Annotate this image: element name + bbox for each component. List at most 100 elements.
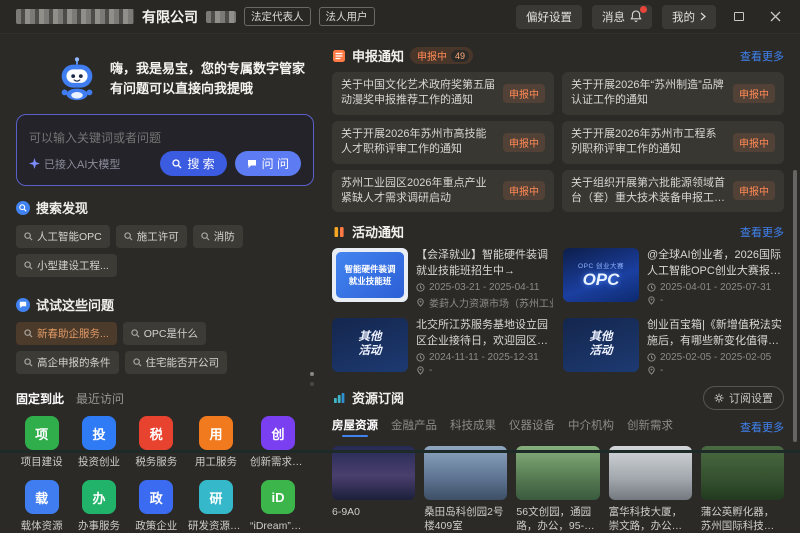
search-button[interactable]: 搜 索 (160, 151, 226, 176)
assistant-greeting: 嗨，我是易宝，您的专属数字管家 有问题可以直接向我提哦 (110, 59, 305, 99)
app-tile[interactable]: 投 投资创业 (73, 416, 124, 469)
apps-tab[interactable]: 固定到此 (16, 390, 64, 407)
my-menu-button[interactable]: 我的 (662, 5, 716, 29)
declare-more-link[interactable]: 查看更多 (740, 48, 784, 64)
app-tile[interactable]: 税 税务服务 (131, 416, 182, 469)
property-photo (424, 446, 507, 500)
close-window-button[interactable] (762, 6, 788, 28)
app-tile[interactable]: 政 政策企业 (131, 480, 182, 533)
activity-date-row: 2025-02-05 - 2025-02-05 (647, 352, 784, 363)
messages-button[interactable]: 消息 (592, 5, 652, 29)
app-icon: 税 (139, 416, 173, 450)
app-tile[interactable]: 用 用工服务 (188, 416, 244, 469)
question-tag[interactable]: 住宅能否开公司 (125, 351, 228, 374)
question-tag[interactable]: 新春助企服务... (16, 322, 117, 345)
search-icon (172, 159, 182, 169)
activity-location: 娄葑人力资源市场（苏州工业园区... (429, 295, 553, 310)
scrollbar[interactable] (793, 170, 797, 442)
property-label: 桑田岛科创园2号楼409室 (424, 505, 507, 533)
resource-tab[interactable]: 房屋资源 (332, 417, 378, 437)
thumbnail-text-1: 其他 (590, 331, 613, 345)
activity-card[interactable]: 其他 活动 创业百宝箱|《新增值税法实施后，有哪些新变化值得关注》 2025-0… (563, 318, 784, 376)
notice-item[interactable]: 关于开展2026年“苏州制造”品牌认证工作的通知 申报中 (562, 72, 784, 115)
question-tag[interactable]: OPC是什么 (123, 322, 206, 345)
app-icon-glyph: 投 (92, 424, 105, 443)
assistant-input-card: 已接入AI大模型 搜 索 问 问 (16, 114, 314, 186)
apps-carousel-dots[interactable] (310, 372, 314, 386)
search-tag[interactable]: 小型建设工程... (16, 254, 117, 277)
property-card[interactable]: 蒲公英孵化器，苏州国际科技园六期，... (701, 446, 784, 533)
property-card[interactable]: 桑田岛科创园2号楼409室 (424, 446, 507, 533)
bell-icon (630, 10, 642, 23)
property-label: 56文创园，通园路，办公，95-1800㎡ (516, 505, 599, 533)
activity-section-header: 活动通知 查看更多 (332, 222, 784, 241)
declare-section-header: 申报通知 申报中 49 查看更多 (332, 46, 784, 65)
app-icon-glyph: 研 (209, 488, 222, 507)
notice-item[interactable]: 关于组织开展第六批能源领域首台（套）重大技术装备申报工作的通知 申报中 (562, 170, 784, 213)
app-tile[interactable]: 办 办事服务 (73, 480, 124, 533)
thumbnail-text-2: 活动 (359, 345, 382, 359)
app-tile[interactable]: 载 载体资源 (16, 480, 67, 533)
app-tile[interactable]: 创 创新需求服务 (250, 416, 306, 469)
assistant-panel: 嗨，我是易宝，您的专属数字管家 有问题可以直接向我提哦 已接入AI大模型 搜 索 (16, 42, 314, 448)
notice-title: 关于组织开展第六批能源领域首台（套）重大技术装备申报工作的通知 (571, 176, 725, 207)
activity-location: - (660, 365, 663, 376)
subscription-settings-button[interactable]: 订阅设置 (703, 386, 784, 410)
property-photo (701, 446, 784, 500)
carousel-dot-active[interactable] (310, 372, 314, 376)
resource-tab[interactable]: 金融产品 (391, 417, 437, 437)
property-label: 6-9A0 (332, 505, 415, 519)
app-tile[interactable]: 研 研发资源共享 (188, 480, 244, 533)
activity-thumbnail: 智能硬件装调 就业技能班 (332, 248, 408, 302)
app-tile[interactable]: 项 项目建设 (16, 416, 67, 469)
notice-item[interactable]: 关于开展2026年苏州市工程系列职称评审工作的通知 申报中 (562, 121, 784, 164)
search-tag[interactable]: 消防 (193, 225, 243, 248)
property-card[interactable]: 56文创园，通园路，办公，95-1800㎡ (516, 446, 599, 533)
location-pin-icon (647, 366, 656, 375)
app-label: 创新需求服务 (250, 454, 306, 469)
search-tag[interactable]: 施工许可 (116, 225, 187, 248)
activity-card[interactable]: 智能硬件装调 就业技能班 【会泽就业】智能硬件装调就业技能班招生中→ 2025-… (332, 248, 553, 310)
preferences-button[interactable]: 偏好设置 (516, 5, 582, 29)
ask-button[interactable]: 问 问 (235, 151, 301, 176)
apps-tab[interactable]: 最近访问 (76, 390, 124, 407)
notice-item[interactable]: 关于中国文化艺术政府奖第五届动漫奖申报推荐工作的通知 申报中 (332, 72, 554, 115)
notice-item[interactable]: 苏州工业园区2026年重点产业紧缺人才需求调研启动 申报中 (332, 170, 554, 213)
notification-dot (640, 6, 647, 13)
try-questions-header: 试试这些问题 (16, 295, 314, 314)
search-tag[interactable]: 人工智能OPC (16, 225, 110, 248)
app-icon-glyph: 项 (35, 424, 48, 443)
resource-tab[interactable]: 科技成果 (450, 417, 496, 437)
activity-date: 2025-02-05 - 2025-02-05 (660, 352, 771, 363)
carousel-dot[interactable] (310, 382, 314, 386)
app-label: 政策企业 (135, 518, 177, 533)
app-tile[interactable]: iD “iDream”圆梦... (250, 480, 306, 533)
activity-thumbnail: 其他 活动 (332, 318, 408, 372)
property-card[interactable]: 富华科技大厦，崇文路，办公，1340㎡ (609, 446, 692, 533)
notice-item[interactable]: 关于开展2026年苏州市高技能人才职称评审工作的通知 申报中 (332, 121, 554, 164)
app-label: 项目建设 (21, 454, 63, 469)
thumbnail-text-2: 就业技能班 (349, 275, 392, 288)
activity-card[interactable]: OPC 创业大赛 OPC @全球AI创业者，2026国际人工智能OPC创业大赛报… (563, 248, 784, 310)
thumbnail-text-2: 活动 (590, 345, 613, 359)
resource-tab[interactable]: 中介机构 (568, 417, 614, 437)
activity-location: - (429, 365, 432, 376)
activity-card[interactable]: 其他 活动 北交所江苏服务基地设立园区企业接待日，欢迎园区企业来访来询！ 202… (332, 318, 553, 376)
close-icon (770, 11, 781, 22)
app-icon-glyph: 载 (35, 488, 48, 507)
assistant-input[interactable] (29, 125, 301, 151)
resources-more-link[interactable]: 查看更多 (740, 419, 784, 435)
sparkle-icon (29, 158, 40, 169)
app-label: 用工服务 (195, 454, 237, 469)
ai-model-label: 已接入AI大模型 (44, 156, 120, 172)
try-questions-title: 试试这些问题 (36, 295, 114, 314)
activity-date: 2025-03-21 - 2025-04-11 (429, 282, 539, 293)
resource-tab[interactable]: 仪器设备 (509, 417, 555, 437)
resource-tab[interactable]: 创新需求 (627, 417, 673, 437)
question-tag[interactable]: 高企申报的条件 (16, 351, 119, 374)
property-card[interactable]: 6-9A0 (332, 446, 415, 533)
clock-icon (647, 353, 656, 362)
restore-window-button[interactable] (726, 6, 752, 28)
activity-more-link[interactable]: 查看更多 (740, 224, 784, 240)
app-icon-glyph: 政 (150, 488, 163, 507)
